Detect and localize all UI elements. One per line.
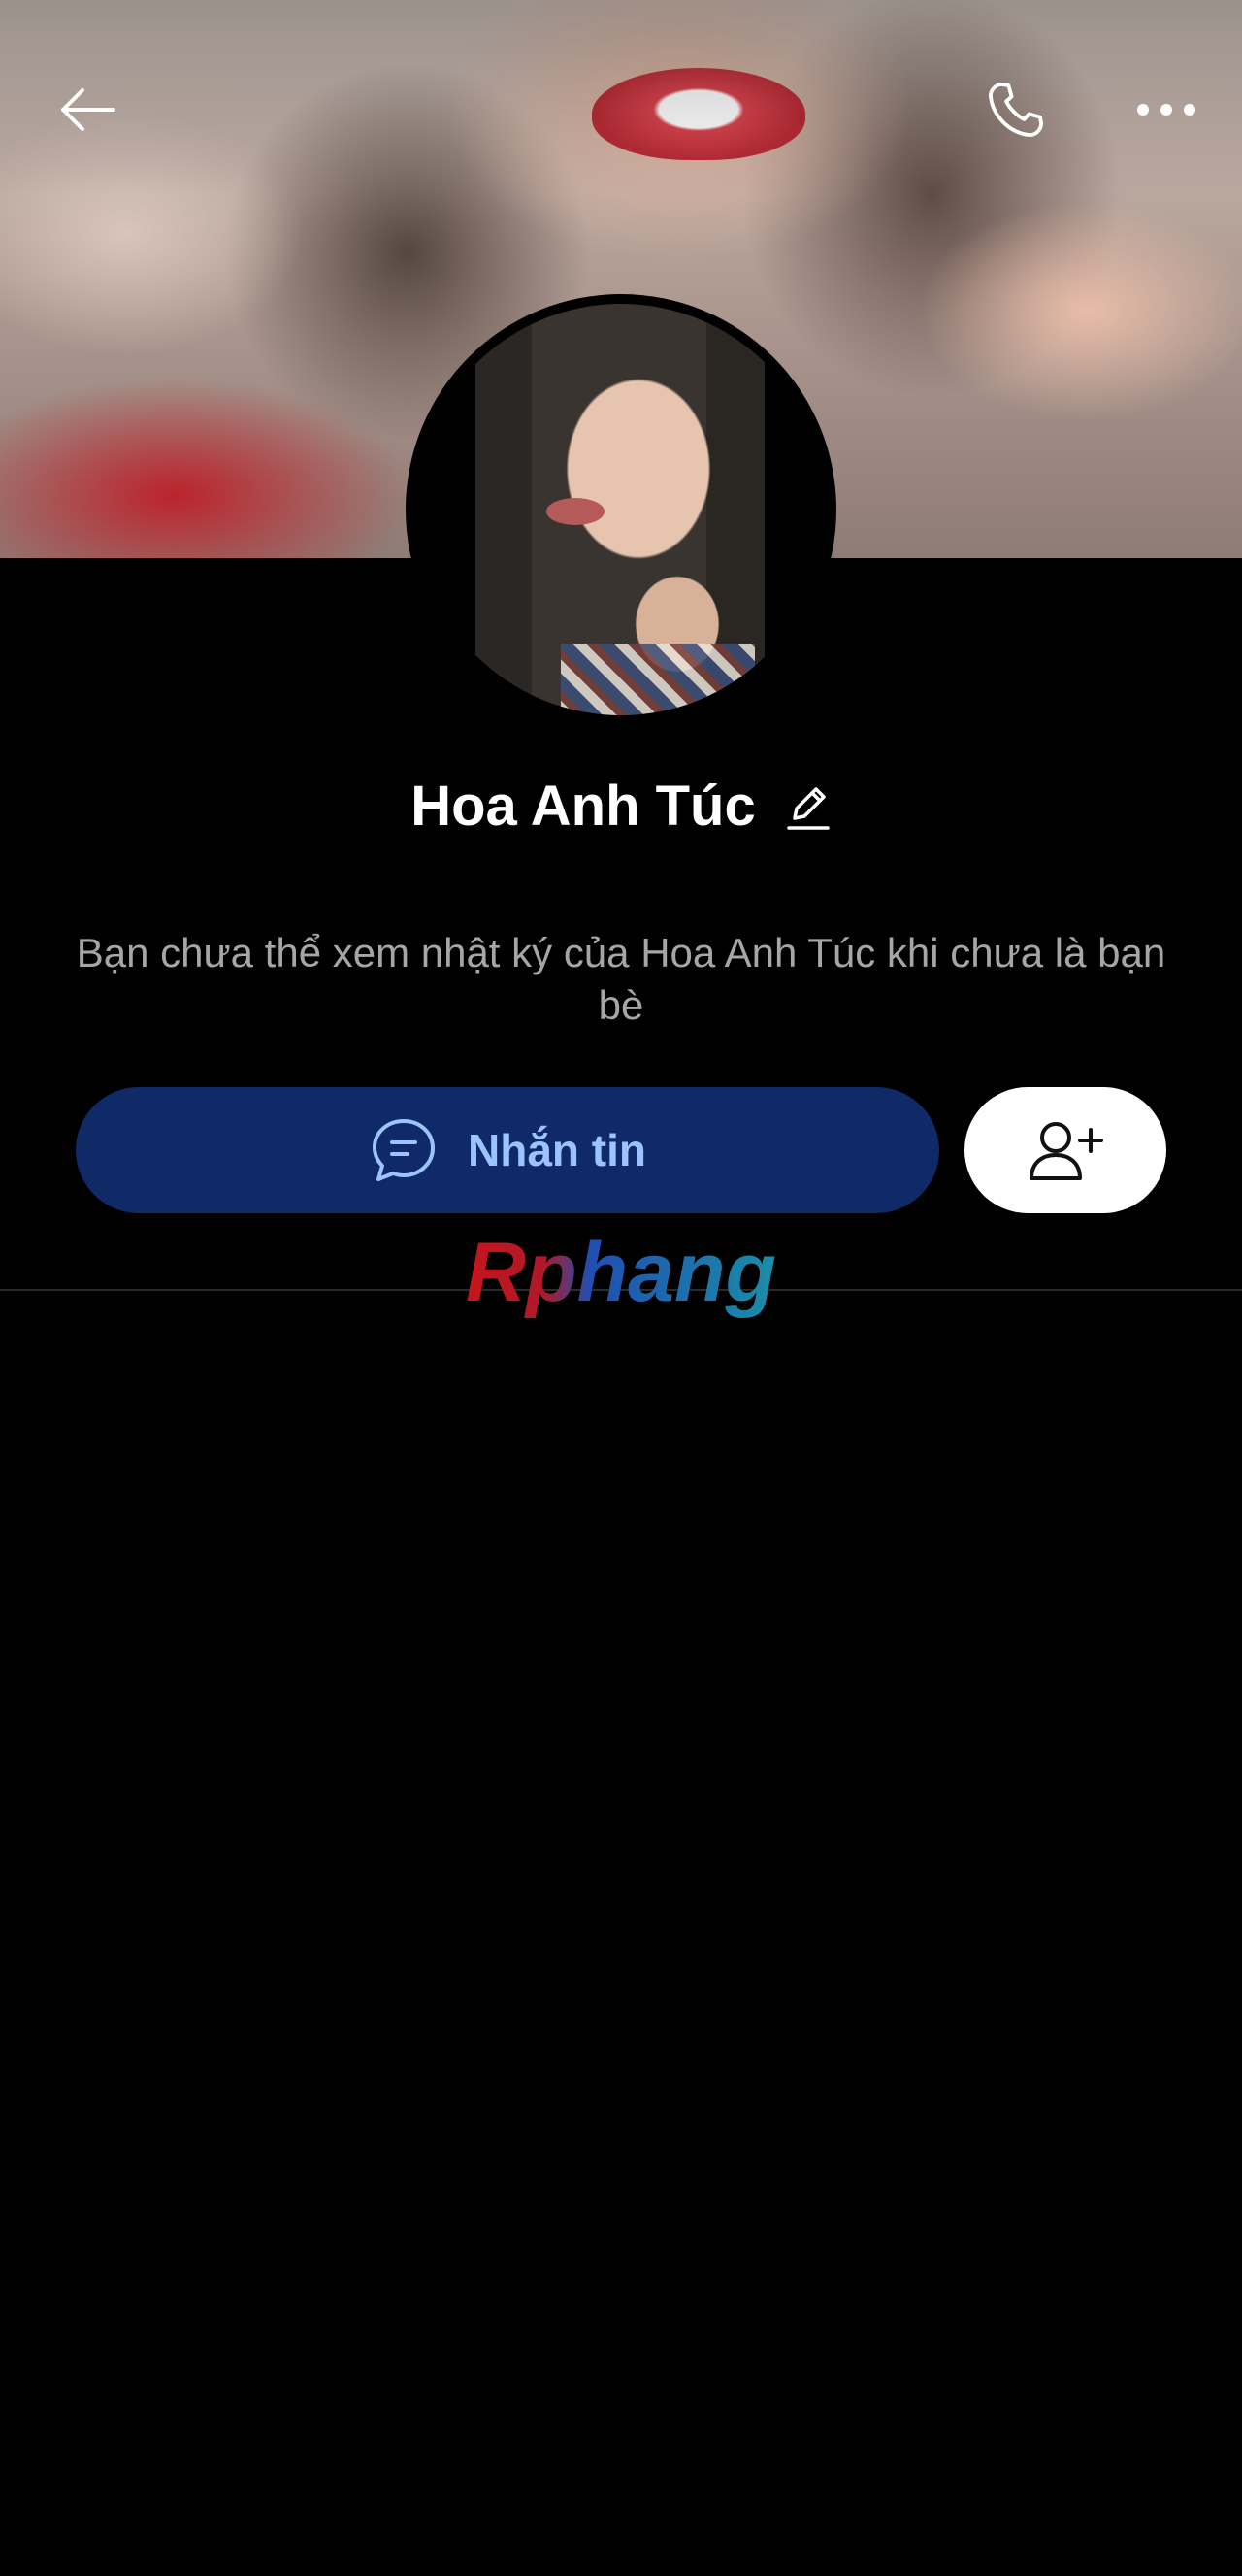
message-button-label: Nhắn tin xyxy=(468,1125,646,1175)
add-friend-button[interactable] xyxy=(964,1087,1166,1213)
avatar-lips xyxy=(546,498,605,525)
call-button[interactable] xyxy=(972,66,1060,153)
profile-name-row: Hoa Anh Túc xyxy=(0,774,1242,839)
more-dots-icon xyxy=(1137,104,1195,116)
chat-bubble-icon xyxy=(373,1119,435,1181)
profile-name: Hoa Anh Túc xyxy=(410,775,756,838)
arrow-left-icon xyxy=(61,88,115,131)
add-user-icon xyxy=(1030,1122,1103,1180)
edit-name-button[interactable] xyxy=(785,779,832,834)
back-button[interactable] xyxy=(44,66,131,153)
svg-text:Rphang: Rphang xyxy=(466,1231,776,1319)
more-options-button[interactable] xyxy=(1123,66,1210,153)
phone-icon xyxy=(988,82,1044,138)
message-button[interactable]: Nhắn tin xyxy=(76,1087,939,1213)
avatar-shirt xyxy=(561,644,755,715)
pencil-icon xyxy=(787,786,830,830)
watermark-logo: Rphang xyxy=(466,1231,776,1319)
privacy-notice: Bạn chưa thể xem nhật ký của Hoa Anh Túc… xyxy=(76,930,1166,1028)
avatar[interactable] xyxy=(415,304,827,715)
